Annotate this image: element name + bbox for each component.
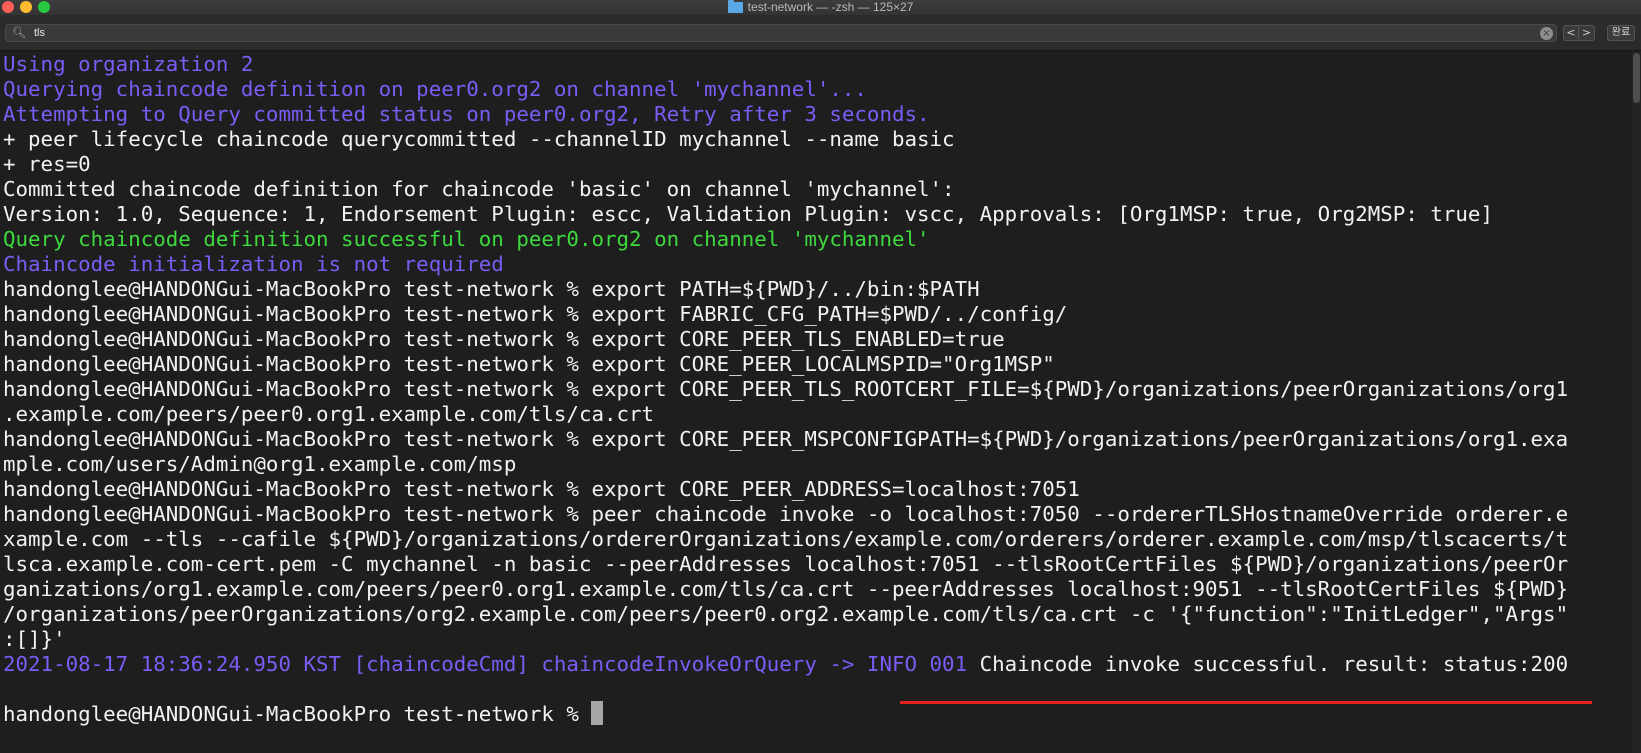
find-navigation: < > bbox=[1563, 25, 1595, 41]
terminal-line: mple.com/users/Admin@org1.example.com/ms… bbox=[3, 452, 517, 476]
folder-icon bbox=[727, 0, 743, 13]
find-previous-button[interactable]: < bbox=[1563, 25, 1579, 41]
shell-prompt: handonglee@HANDONGui-MacBookPro test-net… bbox=[3, 702, 592, 726]
text-cursor bbox=[591, 701, 604, 725]
scrollbar[interactable] bbox=[1632, 51, 1641, 753]
window-title: test-network — -zsh — 125×27 bbox=[747, 0, 914, 14]
terminal-line: xample.com --tls --cafile ${PWD}/organiz… bbox=[3, 527, 1569, 551]
terminal-line: Chaincode initialization is not required bbox=[3, 252, 504, 276]
terminal-line: Using organization 2 bbox=[3, 52, 254, 76]
terminal-line: + peer lifecycle chaincode querycommitte… bbox=[3, 127, 955, 151]
terminal-output[interactable]: Using organization 2 Querying chaincode … bbox=[0, 51, 1632, 753]
terminal-line: + res=0 bbox=[3, 152, 91, 176]
terminal-line: :[]}' bbox=[3, 627, 66, 651]
log-prefix: 2021-08-17 18:36:24.950 KST [chaincodeCm… bbox=[3, 652, 968, 676]
log-message: Chaincode invoke successful. result: sta… bbox=[967, 652, 1569, 676]
terminal-line: handonglee@HANDONGui-MacBookPro test-net… bbox=[3, 302, 1068, 326]
title-bar[interactable]: test-network — -zsh — 125×27 bbox=[0, 0, 1641, 15]
terminal-line: Query chaincode definition successful on… bbox=[3, 227, 930, 251]
terminal-line: Version: 1.0, Sequence: 1, Endorsement P… bbox=[3, 202, 1493, 226]
prompt-line[interactable]: handonglee@HANDONGui-MacBookPro test-net… bbox=[3, 701, 604, 727]
terminal-line: Querying chaincode definition on peer0.o… bbox=[3, 77, 867, 101]
terminal-line: Attempting to Query committed status on … bbox=[3, 102, 930, 126]
find-done-button[interactable]: 완료 bbox=[1607, 25, 1635, 41]
find-next-button[interactable]: > bbox=[1579, 25, 1595, 41]
terminal-line: Committed chaincode definition for chain… bbox=[3, 177, 955, 201]
terminal-line: .example.com/peers/peer0.org1.example.co… bbox=[3, 402, 655, 426]
close-window-button[interactable] bbox=[2, 1, 14, 13]
terminal-line: handonglee@HANDONGui-MacBookPro test-net… bbox=[3, 477, 1080, 501]
terminal-window: test-network — -zsh — 125×27 🔍︎ × < > 완료… bbox=[0, 0, 1641, 753]
terminal-line: handonglee@HANDONGui-MacBookPro test-net… bbox=[3, 502, 1569, 526]
window-controls bbox=[2, 1, 50, 13]
terminal-line: handonglee@HANDONGui-MacBookPro test-net… bbox=[3, 427, 1569, 451]
search-field[interactable]: 🔍︎ × bbox=[5, 24, 1557, 42]
window-title-group: test-network — -zsh — 125×27 bbox=[727, 0, 914, 15]
search-input[interactable] bbox=[28, 25, 1540, 41]
minimize-window-button[interactable] bbox=[20, 1, 32, 13]
clear-search-icon[interactable]: × bbox=[1540, 26, 1553, 40]
terminal-line: handonglee@HANDONGui-MacBookPro test-net… bbox=[3, 327, 1005, 351]
terminal-line: handonglee@HANDONGui-MacBookPro test-net… bbox=[3, 277, 980, 301]
terminal-line: handonglee@HANDONGui-MacBookPro test-net… bbox=[3, 352, 1055, 376]
terminal-line: lsca.example.com-cert.pem -C mychannel -… bbox=[3, 552, 1569, 576]
terminal-line: handonglee@HANDONGui-MacBookPro test-net… bbox=[3, 377, 1569, 401]
terminal-line: ganizations/org1.example.com/peers/peer0… bbox=[3, 577, 1569, 601]
find-bar: 🔍︎ × < > 완료 bbox=[0, 15, 1641, 51]
scroll-thumb[interactable] bbox=[1633, 53, 1640, 103]
terminal-line: /organizations/peerOrganizations/org2.ex… bbox=[3, 602, 1569, 626]
zoom-window-button[interactable] bbox=[38, 1, 50, 13]
log-line: 2021-08-17 18:36:24.950 KST [chaincodeCm… bbox=[3, 651, 1568, 677]
search-icon[interactable]: 🔍︎ bbox=[12, 26, 28, 40]
highlight-underline bbox=[900, 701, 1592, 704]
